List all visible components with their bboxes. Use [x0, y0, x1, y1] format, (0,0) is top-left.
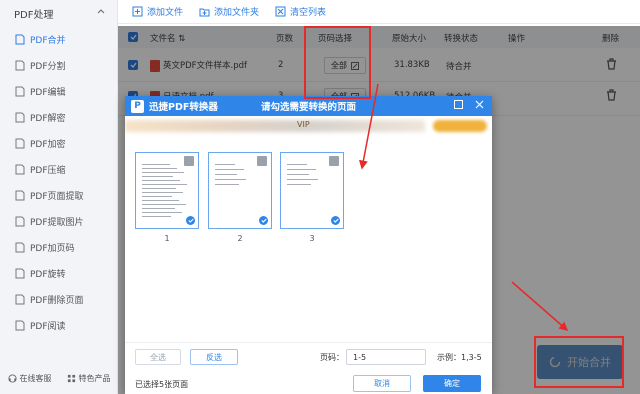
- delete-page-icon: [14, 293, 25, 305]
- page-number: 1: [164, 234, 170, 243]
- dialog-app-name: 迅捷PDF转换器: [149, 102, 218, 113]
- sidebar-item[interactable]: PDF提取图片: [0, 208, 117, 234]
- grid-icon: [67, 374, 75, 383]
- invert-selection-button[interactable]: 反选: [190, 349, 238, 365]
- sidebar-item-label: PDF合并: [30, 35, 66, 46]
- add-folder-label: 添加文件夹: [214, 8, 260, 18]
- sidebar-item-label: PDF解密: [30, 113, 66, 124]
- sidebar: PDF处理 PDF合并 PDF分割 PDF编辑 PDF解密 PDF加密 PDF压缩 PDF页…: [0, 0, 118, 394]
- page-preview: [215, 158, 265, 223]
- sidebar-item[interactable]: PDF加密: [0, 130, 117, 156]
- sidebar-item-label: PDF编辑: [30, 87, 66, 98]
- customer-service-label: 在线客服: [19, 374, 52, 383]
- sidebar-title-label: PDF处理: [14, 9, 54, 21]
- edit-icon: [14, 85, 25, 97]
- split-icon: [14, 59, 25, 71]
- sidebar-item-label: PDF提取图片: [30, 217, 84, 228]
- sidebar-item-label: PDF删除页面: [30, 295, 84, 306]
- cancel-button[interactable]: 取消: [353, 375, 411, 392]
- page-thumbnail[interactable]: [208, 152, 272, 229]
- read-icon: [14, 319, 25, 331]
- add-file-icon: [132, 6, 143, 17]
- customer-service-link[interactable]: 在线客服: [7, 373, 52, 384]
- selected-count: 已选择5张页面: [135, 380, 189, 389]
- sidebar-item[interactable]: PDF删除页面: [0, 286, 117, 312]
- add-file-label: 添加文件: [147, 8, 184, 18]
- annotation-box-start: [534, 336, 624, 388]
- extract-page-icon: [14, 189, 25, 201]
- range-input[interactable]: [346, 349, 426, 365]
- page-thumbnails: 1 2 3: [125, 152, 492, 342]
- sidebar-item-label: PDF压缩: [30, 165, 66, 176]
- dialog-footer: 全选 反选 页码： 示例：1,3-5 已选择5张页面 取消 确定: [125, 342, 492, 394]
- check-icon[interactable]: [259, 216, 268, 225]
- page-thumbnail[interactable]: [280, 152, 344, 229]
- app-logo-icon: P: [131, 99, 144, 113]
- sidebar-item-label: PDF加密: [30, 139, 66, 150]
- sidebar-item[interactable]: PDF旋转: [0, 260, 117, 286]
- sidebar-title[interactable]: PDF处理: [0, 0, 117, 26]
- headset-icon: [7, 374, 17, 383]
- confirm-button[interactable]: 确定: [423, 375, 481, 392]
- add-folder-icon: [199, 8, 210, 17]
- sidebar-item[interactable]: PDF页面提取: [0, 182, 117, 208]
- sidebar-item-label: PDF阅读: [30, 321, 66, 332]
- zoom-icon[interactable]: [257, 156, 267, 166]
- sidebar-item[interactable]: PDF编辑: [0, 78, 117, 104]
- promo-banner[interactable]: VIP: [125, 116, 492, 136]
- merge-icon: [14, 33, 25, 45]
- banner-text: VIP: [297, 120, 310, 129]
- sidebar-item[interactable]: PDF阅读: [0, 312, 117, 338]
- clear-icon: [275, 6, 286, 17]
- encrypt-icon: [14, 137, 25, 149]
- collapse-icon[interactable]: [97, 8, 105, 19]
- sidebar-item-label: PDF旋转: [30, 269, 66, 280]
- decrypt-icon: [14, 111, 25, 123]
- sidebar-item[interactable]: PDF加页码: [0, 234, 117, 260]
- sidebar-item[interactable]: PDF合并: [0, 26, 117, 52]
- page-number: 2: [237, 234, 243, 243]
- sidebar-item[interactable]: PDF解密: [0, 104, 117, 130]
- sidebar-footer: 在线客服 特色产品: [0, 373, 118, 384]
- sidebar-item[interactable]: PDF分割: [0, 52, 117, 78]
- sidebar-item[interactable]: PDF压缩: [0, 156, 117, 182]
- special-products-label: 特色产品: [78, 374, 111, 383]
- sidebar-item-label: PDF页面提取: [30, 191, 84, 202]
- page-preview: [142, 158, 192, 223]
- clear-list-label: 清空列表: [290, 8, 327, 18]
- annotation-box-range: [304, 26, 371, 99]
- range-example: 示例：1,3-5: [437, 353, 482, 362]
- check-icon[interactable]: [186, 216, 195, 225]
- banner-button[interactable]: [433, 120, 487, 132]
- page-number-icon: [14, 241, 25, 253]
- dialog-header: P 迅捷PDF转换器 请勾选需要转换的页面: [125, 96, 492, 116]
- special-products-link[interactable]: 特色产品: [67, 373, 111, 384]
- range-label: 页码：: [320, 353, 344, 362]
- check-icon[interactable]: [331, 216, 340, 225]
- page-number: 3: [309, 234, 315, 243]
- compress-icon: [14, 163, 25, 175]
- extract-image-icon: [14, 215, 25, 227]
- add-folder-button[interactable]: 添加文件夹: [199, 5, 259, 18]
- add-file-button[interactable]: 添加文件: [132, 5, 183, 18]
- page-thumbnail[interactable]: [135, 152, 199, 229]
- rotate-icon: [14, 267, 25, 279]
- sidebar-item-label: PDF分割: [30, 61, 66, 72]
- zoom-icon[interactable]: [329, 156, 339, 166]
- clear-list-button[interactable]: 清空列表: [275, 5, 326, 18]
- page-preview: [287, 158, 337, 223]
- toolbar: 添加文件 添加文件夹 清空列表: [118, 0, 640, 24]
- page-select-dialog: P 迅捷PDF转换器 请勾选需要转换的页面 VIP 1 2 3 全选 反选 页码： …: [125, 96, 492, 394]
- maximize-icon[interactable]: [454, 100, 463, 109]
- sidebar-item-label: PDF加页码: [30, 243, 75, 254]
- close-icon[interactable]: [475, 100, 484, 109]
- select-all-button[interactable]: 全选: [135, 349, 181, 365]
- zoom-icon[interactable]: [184, 156, 194, 166]
